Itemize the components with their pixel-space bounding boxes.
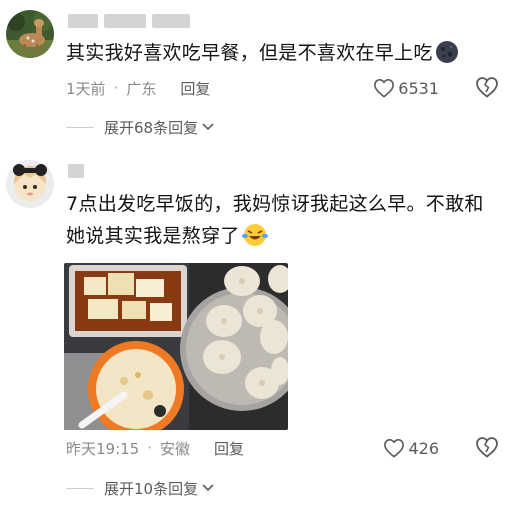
like-button[interactable]: 426 [383,436,439,460]
like-button[interactable]: 6531 [373,76,439,100]
chevron-down-icon [202,123,214,131]
divider-line [66,126,94,128]
comment-item: 其实我好喜欢吃早餐，但是不喜欢在早上吃 1天前 · 广东 回复 6531 展开6… [0,0,517,150]
reply-button[interactable]: 回复 [214,438,244,459]
expand-replies-label: 展开10条回复 [104,479,199,498]
comment-location: 安徽 [160,439,191,458]
heart-icon [384,439,405,458]
separator-dot: · [147,439,153,457]
laughing-tears-emoji [241,223,268,247]
reply-button[interactable]: 回复 [180,78,210,99]
username-redacted[interactable] [68,14,190,28]
expand-replies-label: 展开68条回复 [104,118,199,137]
comment-meta: 1天前 · 广东 回复 [66,76,210,100]
avatar[interactable] [6,160,54,208]
chevron-down-icon [202,484,214,492]
dislike-button[interactable] [475,76,499,100]
comment-item: 7点出发吃早饭的，我妈惊讶我起这么早。不敢和她说其实我是熬穿了 昨天19:15 … [0,150,517,505]
moon-face-emoji [435,40,459,64]
like-count: 6531 [398,78,439,98]
heart-icon [374,79,395,98]
broken-heart-icon [476,437,498,458]
comment-text: 7点出发吃早饭的，我妈惊讶我起这么早。不敢和她说其实我是熬穿了 [66,193,484,247]
divider-line [66,487,94,489]
comment-meta: 昨天19:15 · 安徽 回复 [66,436,244,460]
breakfast-photo[interactable] [64,263,288,430]
comment-location: 广东 [126,79,157,98]
avatar[interactable] [6,10,54,58]
dislike-button[interactable] [475,436,499,460]
expand-replies-button[interactable]: 展开68条回复 [66,115,215,139]
username-redacted[interactable] [68,164,84,178]
like-count: 426 [408,438,439,458]
comment-time: 昨天19:15 [66,439,140,458]
separator-dot: · [113,79,119,97]
broken-heart-icon [476,77,498,98]
expand-replies-button[interactable]: 展开10条回复 [66,476,215,500]
comment-text: 其实我好喜欢吃早餐，但是不喜欢在早上吃 [66,37,497,69]
comment-time: 1天前 [66,79,106,98]
